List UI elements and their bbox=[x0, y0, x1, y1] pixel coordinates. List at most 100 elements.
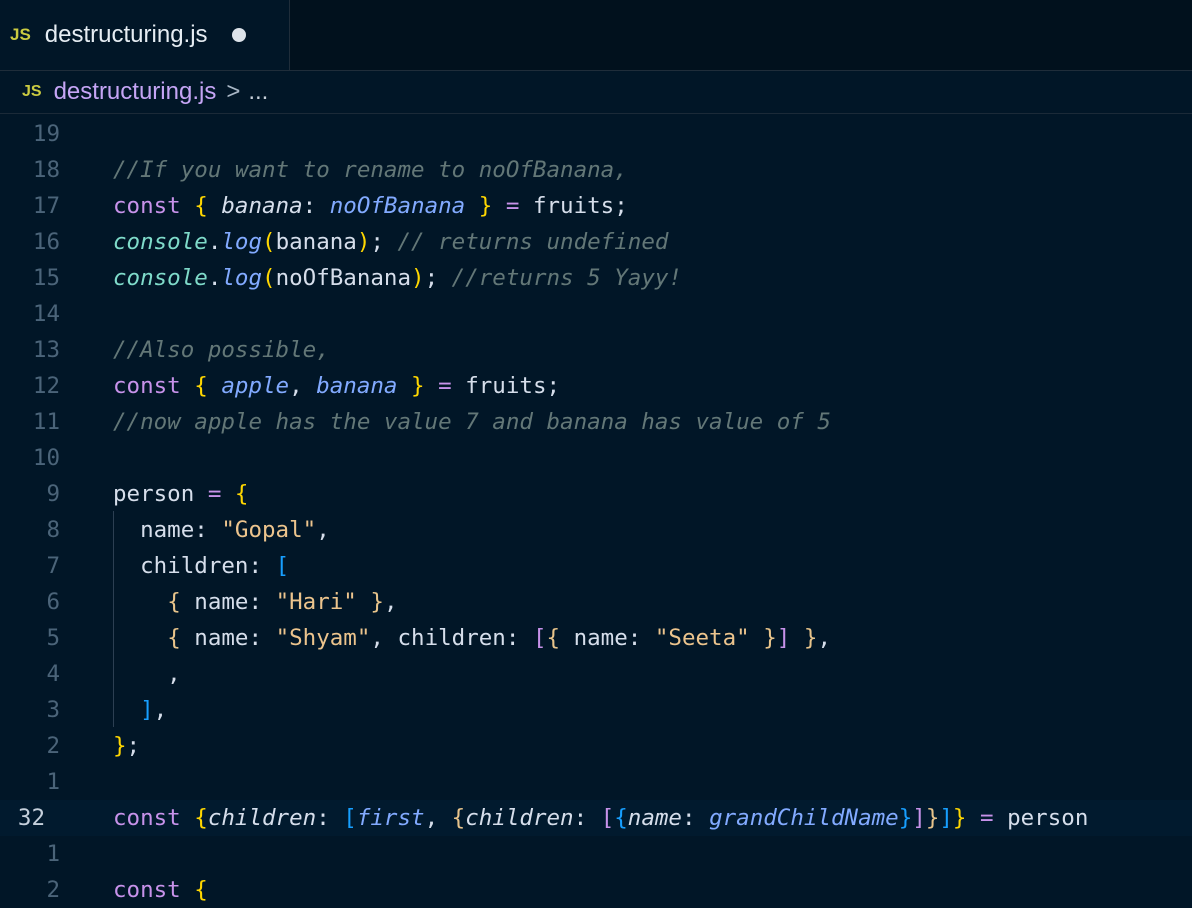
code-token: "Gopal" bbox=[221, 517, 317, 543]
code-line[interactable]: 5 { name: "Shyam", children: [{ name: "S… bbox=[0, 620, 1192, 656]
code-line[interactable]: 18 //If you want to rename to noOfBanana, bbox=[0, 152, 1192, 188]
code-token: , bbox=[153, 697, 168, 723]
code-token: { bbox=[546, 625, 561, 651]
code-line[interactable]: 2 const { bbox=[0, 872, 1192, 908]
code-line[interactable]: 7 children: [ bbox=[0, 548, 1192, 584]
code-token: ) bbox=[411, 265, 425, 291]
chevron-right-icon: > bbox=[226, 78, 241, 105]
code-token: = bbox=[505, 193, 520, 219]
code-line[interactable]: 19 bbox=[0, 116, 1192, 152]
code-line[interactable]: 12 const { apple, banana } = fruits; bbox=[0, 368, 1192, 404]
code-token: const bbox=[113, 805, 181, 831]
code-line[interactable]: 2}; bbox=[0, 728, 1192, 764]
code-line[interactable]: 17 const { banana: noOfBanana } = fruits; bbox=[0, 188, 1192, 224]
code-line[interactable]: 16 console.log(banana); // returns undefi… bbox=[0, 224, 1192, 260]
code-line[interactable]: 15 console.log(noOfBanana); //returns 5 Y… bbox=[0, 260, 1192, 296]
code-token: { bbox=[614, 805, 628, 831]
code-line[interactable]: 4 , bbox=[0, 656, 1192, 692]
code-token: : bbox=[302, 193, 317, 219]
code-line[interactable]: 1 bbox=[0, 764, 1192, 800]
breadcrumb-symbols[interactable]: ... bbox=[248, 78, 268, 106]
code-text: const { apple, banana } = fruits; bbox=[113, 368, 560, 404]
code-token: . bbox=[207, 265, 222, 291]
code-token: { bbox=[194, 193, 208, 219]
code-text: name: "Gopal", bbox=[113, 512, 330, 548]
code-text: //now apple has the value 7 and banana h… bbox=[113, 404, 831, 440]
code-text: //If you want to rename to noOfBanana, bbox=[113, 152, 628, 188]
code-token: = bbox=[207, 481, 222, 507]
line-number: 8 bbox=[46, 517, 60, 543]
code-token: person bbox=[993, 805, 1089, 831]
code-token: ; bbox=[424, 265, 452, 291]
code-token: name: bbox=[180, 589, 276, 615]
code-token: fruits; bbox=[451, 373, 561, 399]
code-token: , bbox=[424, 805, 452, 831]
code-line[interactable]: 13 //Also possible, bbox=[0, 332, 1192, 368]
line-number: 11 bbox=[32, 409, 60, 435]
code-token: [ bbox=[600, 805, 615, 831]
code-token: , children: bbox=[370, 625, 533, 651]
code-token: "Shyam" bbox=[275, 625, 371, 651]
code-token: { bbox=[194, 877, 208, 903]
code-token: : bbox=[573, 805, 601, 831]
code-token: , bbox=[289, 373, 317, 399]
code-text: }; bbox=[113, 728, 140, 764]
code-token: , bbox=[817, 625, 831, 651]
line-number: 3 bbox=[46, 697, 60, 723]
code-token: //returns 5 Yayy! bbox=[451, 265, 682, 291]
code-line[interactable]: 9 person = { bbox=[0, 476, 1192, 512]
code-token: ( bbox=[262, 229, 276, 255]
line-number: 18 bbox=[32, 157, 60, 183]
code-token: } bbox=[925, 805, 940, 831]
line-number: 7 bbox=[46, 553, 60, 579]
line-number: 13 bbox=[32, 337, 60, 363]
line-number: 4 bbox=[46, 661, 60, 687]
code-token: ] bbox=[140, 697, 154, 723]
code-token: ; bbox=[370, 229, 398, 255]
javascript-file-icon: JS bbox=[10, 25, 31, 44]
code-token: banana bbox=[275, 229, 357, 255]
code-token: { bbox=[451, 805, 466, 831]
tab-destructuring-js[interactable]: JS destructuring.js bbox=[0, 0, 290, 70]
code-line[interactable]: 6 { name: "Hari" }, bbox=[0, 584, 1192, 620]
code-text: const {children: [first, {children: [{na… bbox=[113, 800, 1088, 836]
line-number: 1 bbox=[46, 841, 60, 867]
code-token: first bbox=[356, 805, 425, 831]
code-line[interactable]: 14 bbox=[0, 296, 1192, 332]
code-token: } bbox=[898, 805, 913, 831]
code-line[interactable]: 10 bbox=[0, 440, 1192, 476]
line-number: 17 bbox=[32, 193, 60, 219]
code-line[interactable]: 8 name: "Gopal", bbox=[0, 512, 1192, 548]
code-token: ] bbox=[912, 805, 926, 831]
code-token: ] bbox=[939, 805, 953, 831]
code-token: [ bbox=[343, 805, 357, 831]
code-token: } bbox=[763, 625, 777, 651]
code-token: name: bbox=[180, 625, 276, 651]
code-text: , bbox=[113, 656, 181, 692]
code-token: , bbox=[383, 589, 398, 615]
code-line[interactable]: 32 const {children: [first, {children: [{… bbox=[0, 800, 1192, 836]
code-token: ; bbox=[126, 733, 141, 759]
code-line[interactable]: 11 //now apple has the value 7 and banana… bbox=[0, 404, 1192, 440]
code-token: // returns undefined bbox=[397, 229, 669, 255]
code-line[interactable]: 1 bbox=[0, 836, 1192, 872]
code-token: const bbox=[113, 877, 181, 903]
code-token: const bbox=[113, 373, 181, 399]
line-number: 5 bbox=[46, 625, 60, 651]
code-editor[interactable]: 19 18//If you want to rename to noOfBanan… bbox=[0, 115, 1192, 903]
code-line[interactable]: 3 ], bbox=[0, 692, 1192, 728]
breadcrumb-file[interactable]: destructuring.js bbox=[54, 78, 217, 106]
unsaved-dot-icon[interactable] bbox=[231, 28, 246, 42]
code-token: , bbox=[316, 517, 330, 543]
line-number: 32 bbox=[17, 805, 45, 831]
tab-label: destructuring.js bbox=[44, 21, 208, 48]
